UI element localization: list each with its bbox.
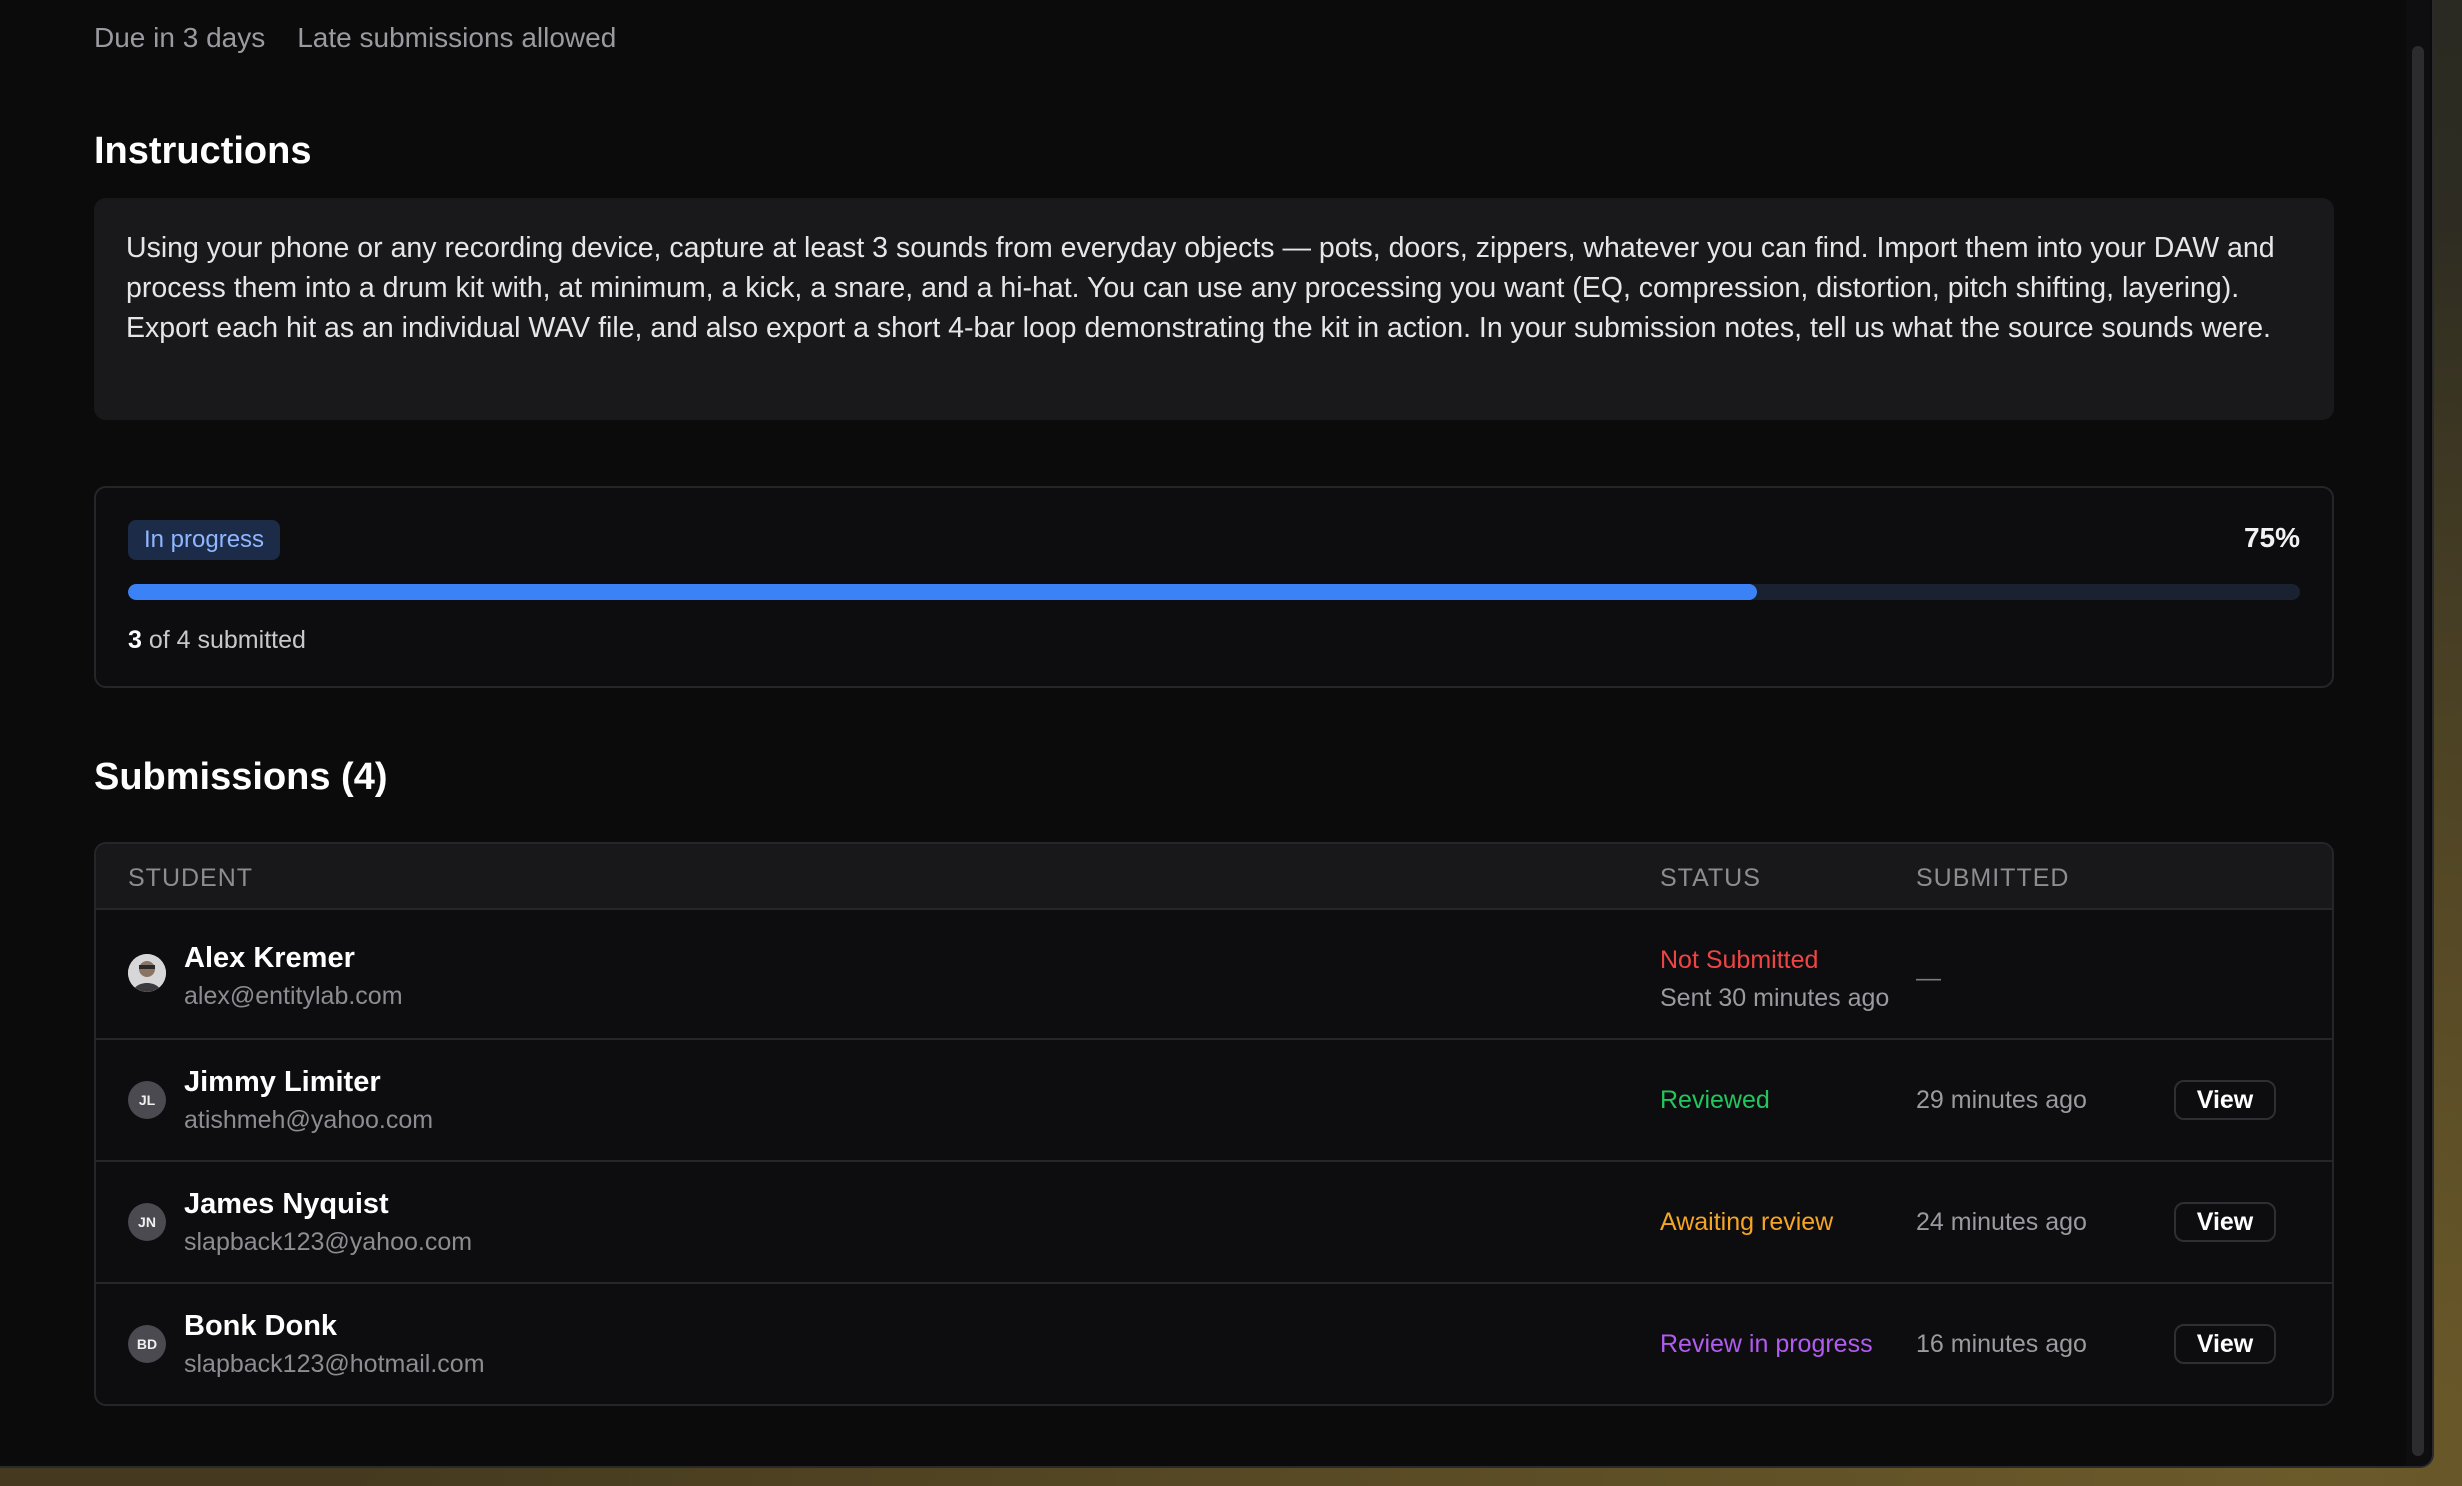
instructions-heading: Instructions (94, 130, 312, 172)
column-header-status: STATUS (1660, 864, 1761, 892)
instructions-body: Using your phone or any recording device… (94, 198, 2334, 420)
progress-bar (128, 584, 2300, 600)
submission-status: Awaiting review (1660, 1208, 1834, 1236)
submission-status: Not Submitted (1660, 946, 1819, 974)
late-policy: Late submissions allowed (297, 22, 617, 53)
user-photo-icon (128, 954, 166, 992)
progress-status-badge: In progress (128, 520, 281, 560)
table-header: STUDENT STATUS SUBMITTED (96, 844, 2332, 910)
table-row: JL Jimmy Limiter atishmeh@yahoo.com Revi… (96, 1040, 2332, 1162)
scrollbar[interactable] (2406, 0, 2430, 1466)
student-name: Jimmy Limiter (184, 1066, 381, 1098)
assignment-window: Due in 3 days Late submissions allowed I… (0, 0, 2434, 1468)
submitted-time: 24 minutes ago (1916, 1208, 2087, 1236)
submitted-count: 3 (128, 626, 142, 654)
avatar (128, 954, 166, 992)
table-row: JN James Nyquist slapback123@yahoo.com A… (96, 1162, 2332, 1284)
submission-status: Reviewed (1660, 1086, 1770, 1114)
column-header-submitted: SUBMITTED (1916, 864, 2070, 892)
submitted-summary-text: of 4 submitted (148, 626, 306, 654)
student-name: James Nyquist (184, 1188, 389, 1220)
column-header-student: STUDENT (128, 864, 254, 892)
due-date: Due in 3 days (94, 22, 266, 53)
scrollbar-thumb[interactable] (2412, 46, 2424, 1456)
submitted-time: 29 minutes ago (1916, 1086, 2087, 1114)
submissions-heading: Submissions (4) (94, 756, 388, 798)
student-email: alex@entitylab.com (184, 982, 403, 1010)
student-email: slapback123@yahoo.com (184, 1228, 473, 1256)
submissions-table: STUDENT STATUS SUBMITTED Alex Kremer ale… (94, 842, 2334, 1406)
view-submission-button[interactable]: View (2174, 1080, 2276, 1120)
submission-status: Review in progress (1660, 1330, 1873, 1358)
table-row: Alex Kremer alex@entitylab.com Not Submi… (96, 910, 2332, 1040)
progress-bar-fill (128, 584, 1757, 600)
progress-card: In progress 75% 3 of 4 submitted (94, 486, 2334, 688)
student-name: Bonk Donk (184, 1310, 338, 1342)
progress-percent: 75% (2243, 522, 2300, 553)
student-email: atishmeh@yahoo.com (184, 1106, 434, 1134)
avatar: BD (128, 1325, 166, 1363)
progress-summary: 3 of 4 submitted (128, 626, 306, 655)
student-email: slapback123@hotmail.com (184, 1350, 485, 1378)
status-subtext: Sent 30 minutes ago (1660, 984, 1890, 1012)
view-submission-button[interactable]: View (2174, 1202, 2276, 1242)
assignment-meta: Due in 3 days Late submissions allowed (94, 22, 616, 54)
avatar: JN (128, 1203, 166, 1241)
avatar: JL (128, 1081, 166, 1119)
student-name: Alex Kremer (184, 942, 355, 974)
submitted-time: — (1916, 964, 1941, 992)
submitted-time: 16 minutes ago (1916, 1330, 2087, 1358)
table-row: BD Bonk Donk slapback123@hotmail.com Rev… (96, 1284, 2332, 1404)
view-submission-button[interactable]: View (2174, 1324, 2276, 1364)
